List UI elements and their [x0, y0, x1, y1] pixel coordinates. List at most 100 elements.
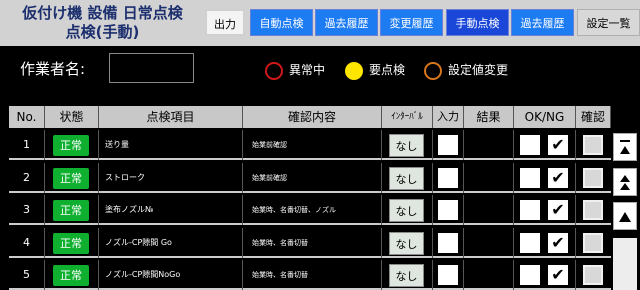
operator-name-field[interactable] — [109, 53, 194, 83]
table-row: 1 正常 送り量 始業前確認 なし ✔ — [9, 130, 611, 160]
ok-ng-cell: ✔ — [514, 227, 576, 258]
output-button[interactable]: 出力 — [205, 9, 245, 36]
auto-check-button[interactable]: 自動点検 — [250, 9, 313, 36]
header-interval: ｲﾝﾀｰﾊﾞﾙ — [382, 106, 433, 128]
input-field[interactable] — [438, 167, 458, 188]
interval-cell: なし — [382, 162, 433, 193]
operator-label: 作業者名: — [20, 60, 86, 78]
status-badge[interactable]: 正常 — [53, 232, 89, 254]
table-header: No. 状態 点検項目 確認内容 ｲﾝﾀｰﾊﾞﾙ 入力 結果 OK/NG 確認 — [9, 106, 611, 128]
row-number: 2 — [9, 162, 45, 193]
interval-cell: なし — [382, 260, 433, 290]
settings-list-button[interactable]: 設定一覧 — [577, 9, 640, 36]
changed-indicator-icon — [424, 61, 442, 80]
result-cell — [464, 260, 514, 290]
line-up-button[interactable] — [613, 202, 637, 230]
input-field[interactable] — [438, 232, 458, 253]
interval-button[interactable]: なし — [389, 231, 424, 255]
result-cell — [464, 227, 514, 258]
confirm-content: 始業時、名番切替 — [243, 227, 382, 258]
ng-checkbox[interactable] — [520, 265, 540, 285]
input-field[interactable] — [438, 265, 458, 285]
abnormal-indicator-icon — [265, 61, 283, 80]
confirm-content: 始業前確認 — [243, 162, 382, 193]
legend-changed: 設定値変更 — [424, 61, 508, 81]
interval-cell: なし — [382, 227, 433, 258]
ng-checkbox[interactable] — [520, 232, 540, 253]
row-number: 3 — [9, 195, 45, 225]
ng-checkbox[interactable] — [520, 167, 540, 188]
title-line-1: 仮付け機 設備 日常点検 — [22, 4, 183, 22]
check-mark-icon: ✔ — [551, 265, 565, 284]
verify-cell — [576, 260, 611, 290]
ok-checkbox[interactable]: ✔ — [548, 167, 568, 188]
inspection-item: ノズル-CP隙間NoGo — [99, 260, 243, 290]
verify-checkbox[interactable] — [583, 265, 603, 285]
interval-cell: なし — [382, 195, 433, 225]
page-title: 仮付け機 設備 日常点検 点検(手動) — [0, 0, 205, 46]
ng-checkbox[interactable] — [520, 200, 540, 220]
verify-checkbox[interactable] — [583, 200, 603, 220]
ok-checkbox[interactable]: ✔ — [548, 265, 568, 285]
confirm-content: 始業時、名番切替 — [243, 260, 382, 290]
ng-checkbox[interactable] — [520, 135, 540, 155]
inspection-item: ノズル-CP隙間 Go — [99, 227, 243, 258]
ok-checkbox[interactable]: ✔ — [548, 200, 568, 220]
check-mark-icon: ✔ — [551, 200, 565, 219]
legend-required-label: 要点検 — [369, 63, 406, 77]
interval-button[interactable]: なし — [389, 134, 424, 157]
status-cell: 正常 — [45, 195, 99, 225]
ok-checkbox[interactable]: ✔ — [548, 135, 568, 155]
interval-button[interactable]: なし — [389, 199, 424, 222]
verify-checkbox[interactable] — [583, 167, 603, 188]
ok-ng-cell: ✔ — [514, 195, 576, 225]
line-up-icon — [619, 212, 631, 222]
legend-required: 要点検 — [345, 61, 405, 81]
input-field[interactable] — [438, 200, 458, 220]
check-mark-icon: ✔ — [551, 135, 565, 154]
header-item: 点検項目 — [99, 106, 243, 128]
header-bar: 仮付け機 設備 日常点検 点検(手動) 出力 自動点検 過去履歴 変更履歴 手動… — [0, 0, 640, 46]
status-cell: 正常 — [45, 227, 99, 258]
row-number: 5 — [9, 260, 45, 290]
page-up-icon — [620, 175, 630, 190]
legend-abnormal: 異常中 — [265, 61, 325, 81]
input-field[interactable] — [438, 135, 458, 155]
table-row: 5 正常 ノズル-CP隙間NoGo 始業時、名番切替 なし ✔ — [9, 260, 611, 290]
inspection-item: ストローク — [99, 162, 243, 193]
inspection-item: 塗布ノズル№ — [99, 195, 243, 225]
header-result: 結果 — [464, 106, 514, 128]
ok-checkbox[interactable]: ✔ — [548, 232, 568, 253]
interval-button[interactable]: なし — [389, 166, 424, 190]
verify-checkbox[interactable] — [583, 135, 603, 155]
status-badge[interactable]: 正常 — [53, 200, 89, 221]
status-badge[interactable]: 正常 — [53, 167, 89, 189]
result-cell — [464, 162, 514, 193]
header-no: No. — [9, 106, 45, 128]
header-input: 入力 — [433, 106, 464, 128]
table-row: 3 正常 塗布ノズル№ 始業時、名番切替、ノズル なし ✔ — [9, 195, 611, 225]
confirm-content: 始業時、名番切替、ノズル — [243, 195, 382, 225]
interval-cell: なし — [382, 130, 433, 160]
scroll-top-button[interactable] — [613, 133, 637, 161]
inspection-item: 送り量 — [99, 130, 243, 160]
status-badge[interactable]: 正常 — [53, 135, 89, 156]
manual-inspection-screen: 仮付け機 設備 日常点検 点検(手動) 出力 自動点検 過去履歴 変更履歴 手動… — [0, 0, 640, 290]
verify-checkbox[interactable] — [583, 232, 603, 253]
interval-button[interactable]: なし — [389, 264, 424, 287]
past-history-button-2[interactable]: 過去履歴 — [511, 9, 574, 36]
row-number: 4 — [9, 227, 45, 258]
confirm-content: 始業前確認 — [243, 130, 382, 160]
check-mark-icon: ✔ — [551, 232, 565, 252]
header-verify: 確認 — [576, 106, 611, 128]
check-mark-icon: ✔ — [551, 167, 565, 187]
past-history-button-1[interactable]: 過去履歴 — [315, 9, 378, 36]
verify-cell — [576, 228, 611, 258]
manual-check-button[interactable]: 手動点検 — [446, 9, 509, 36]
status-badge[interactable]: 正常 — [53, 265, 89, 286]
page-up-button[interactable] — [613, 168, 637, 196]
input-cell — [433, 227, 464, 258]
change-history-button[interactable]: 変更履歴 — [380, 9, 443, 36]
table-row: 2 正常 ストローク 始業前確認 なし ✔ — [9, 162, 611, 193]
scrollbar-track[interactable] — [613, 238, 637, 290]
